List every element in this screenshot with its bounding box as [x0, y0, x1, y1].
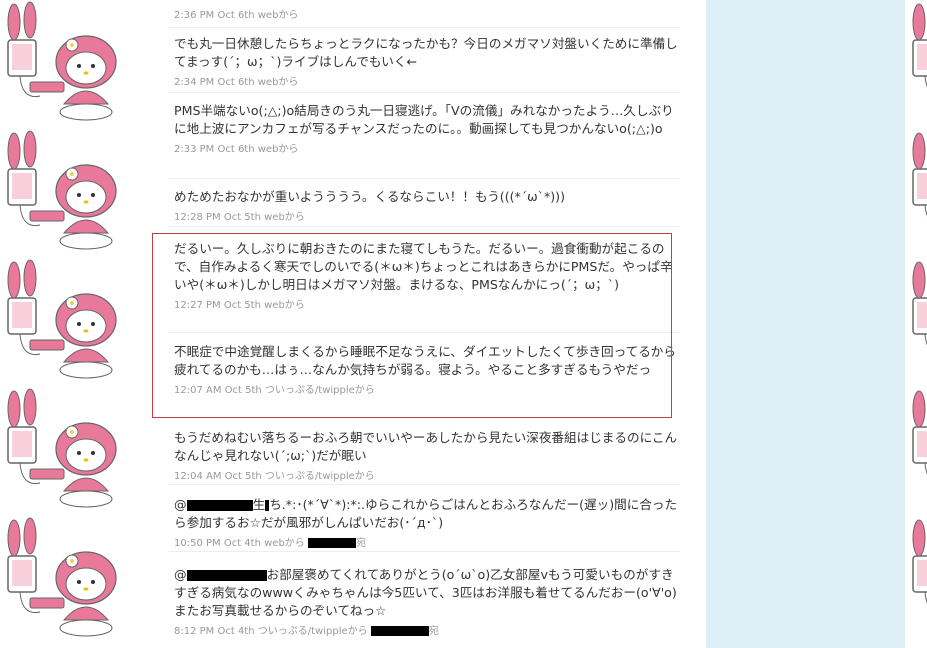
reply-suffix: 宛 — [356, 538, 366, 549]
sidebar — [706, 0, 905, 648]
tweet-text: でも丸一日休憩したらちょっとラクになったかも？今日のメガマソ対盤いくために準備し… — [174, 36, 678, 69]
wallpaper-left — [0, 0, 140, 648]
tweet-source[interactable]: webから — [264, 300, 305, 311]
tweet-item: 2:36 PM Oct 6th webから — [168, 0, 680, 28]
tweet-time[interactable]: 8:12 PM Oct 4th — [174, 626, 255, 637]
tweet-source[interactable]: webから — [258, 144, 299, 155]
my-melody-character-icon — [905, 516, 927, 646]
my-melody-character-icon — [0, 129, 130, 259]
timeline: 2:36 PM Oct 6th webから でも丸一日休憩したらちょっとラクにな… — [140, 0, 706, 648]
redacted-username — [186, 570, 267, 581]
tweet-source[interactable]: ついっぷる/twippleから — [265, 385, 375, 396]
tweet-item: @ 生ち.*:･(*´∀`*):*:.ゆらこれからごはんとおふろなんだー(遅ッ)間… — [168, 496, 680, 552]
tweet-item: 不眠症で中途覚醒しまくるから睡眠不足なうえに、ダイエットしたくて歩き回ってるから… — [168, 343, 680, 413]
tweet-text: めためたおなかが重いようううう。くるならこい！！もう(((*´ω`*))) — [174, 189, 566, 204]
my-melody-character-icon — [0, 258, 130, 388]
tweet-item: PMS半端ないo(;△;)o結局きのう丸一日寝逃げ。「Vの流儀」みれなかったよう… — [168, 102, 680, 179]
tweet-item: でも丸一日休憩したらちょっとラクになったかも？今日のメガマソ対盤いくために準備し… — [168, 35, 680, 93]
wallpaper-right — [905, 0, 927, 648]
my-melody-character-icon — [0, 516, 130, 646]
mention-at[interactable]: @ — [174, 567, 187, 582]
tweet-time[interactable]: 2:34 PM Oct 6th — [174, 77, 255, 88]
tweet-text: だるいー。久しぶりに朝おきたのにまた寝てしもうた。だるいー。過食衝動が起こるので… — [174, 241, 673, 292]
my-melody-character-icon — [0, 0, 130, 130]
my-melody-character-icon — [905, 0, 927, 130]
tweet-text: PMS半端ないo(;△;)o結局きのう丸一日寝逃げ。「Vの流儀」みれなかったよう… — [174, 103, 674, 136]
tweet-item: だるいー。久しぶりに朝おきたのにまた寝てしもうた。だるいー。過食衝動が起こるので… — [168, 240, 680, 333]
tweet-item: @ お部屋褒めてくれてありがとう(o´ω`o)乙女部屋vもう可愛いものがすきすぎる… — [168, 566, 680, 648]
tweet-source[interactable]: ついっぷる/twippleから — [265, 471, 375, 482]
tweet-text: 生 — [252, 497, 266, 512]
my-melody-character-icon — [905, 129, 927, 259]
tweet-time[interactable]: 2:36 PM Oct 6th — [174, 10, 255, 21]
tweet-source[interactable]: webから — [264, 538, 305, 549]
redacted-reply-target — [308, 538, 356, 548]
tweet-time[interactable]: 12:27 PM Oct 5th — [174, 300, 261, 311]
my-melody-character-icon — [905, 258, 927, 388]
my-melody-character-icon — [0, 387, 130, 517]
tweet-time[interactable]: 12:28 PM Oct 5th — [174, 212, 261, 223]
tweet-source[interactable]: ついっぷる/twippleから — [258, 626, 368, 637]
tweet-item: もうだめねむい落ちるーおふろ朝でいいやーあしたから見たい深夜番組はじまるのにこん… — [168, 429, 680, 485]
reply-suffix: 宛 — [428, 626, 439, 637]
tweet-time[interactable]: 12:07 AM Oct 5th — [174, 385, 262, 396]
tweet-time[interactable]: 10:50 PM Oct 4th — [174, 538, 261, 549]
tweet-text: もうだめねむい落ちるーおふろ朝でいいやーあしたから見たい深夜番組はじまるのにこん… — [174, 430, 678, 463]
tweet-item: めためたおなかが重いようううう。くるならこい！！もう(((*´ω`*))) 12… — [168, 188, 680, 227]
tweet-source[interactable]: webから — [264, 212, 305, 223]
redacted-username — [186, 500, 253, 511]
redacted-reply-target — [370, 626, 429, 636]
tweet-text: 不眠症で中途覚醒しまくるから睡眠不足なうえに、ダイエットしたくて歩き回ってるから… — [174, 344, 676, 377]
tweet-time[interactable]: 12:04 AM Oct 5th — [174, 471, 262, 482]
tweet-source[interactable]: webから — [258, 77, 299, 88]
tweet-time[interactable]: 2:33 PM Oct 6th — [174, 144, 255, 155]
tweet-source[interactable]: webから — [258, 10, 299, 21]
mention-at[interactable]: @ — [174, 497, 187, 512]
my-melody-character-icon — [905, 387, 927, 517]
